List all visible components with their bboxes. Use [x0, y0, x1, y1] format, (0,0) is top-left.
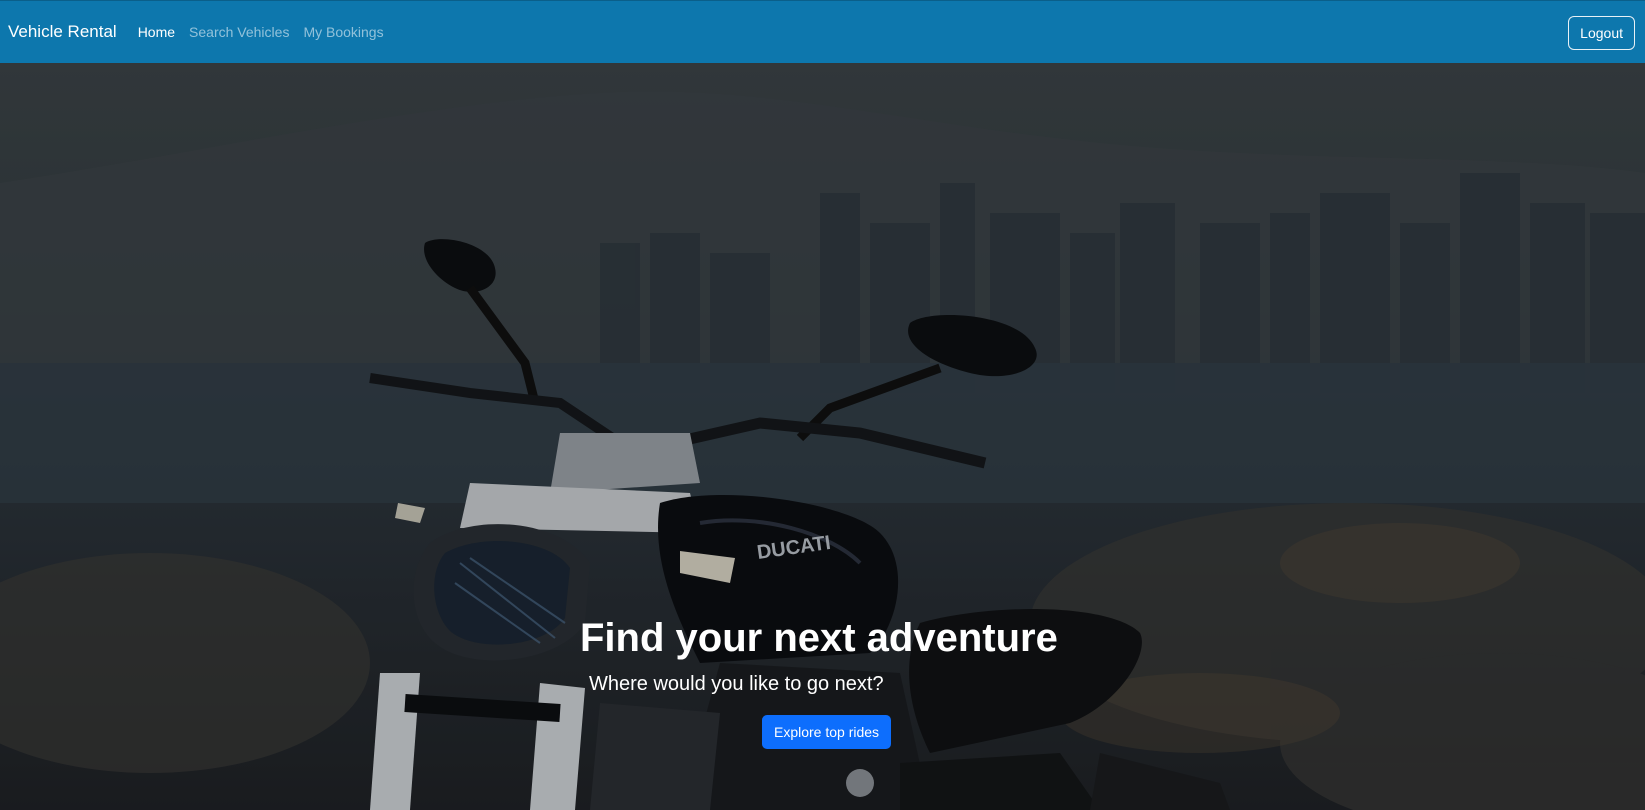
nav-link-my-bookings[interactable]: My Bookings [303, 24, 383, 40]
hero-content: Find your next adventure Where would you… [0, 63, 1645, 810]
explore-top-rides-button[interactable]: Explore top rides [762, 715, 892, 749]
brand-link[interactable]: Vehicle Rental [8, 22, 117, 42]
logout-button[interactable]: Logout [1568, 16, 1635, 50]
hero-title: Find your next adventure [580, 616, 1058, 660]
nav-link-search-vehicles[interactable]: Search Vehicles [189, 24, 289, 40]
hero-banner: DUCATI Find your next adventure Where wo… [0, 63, 1645, 810]
nav-link-home[interactable]: Home [138, 24, 175, 40]
top-navbar: Vehicle Rental Home Search Vehicles My B… [0, 0, 1645, 63]
hero-subtitle: Where would you like to go next? [589, 673, 884, 695]
